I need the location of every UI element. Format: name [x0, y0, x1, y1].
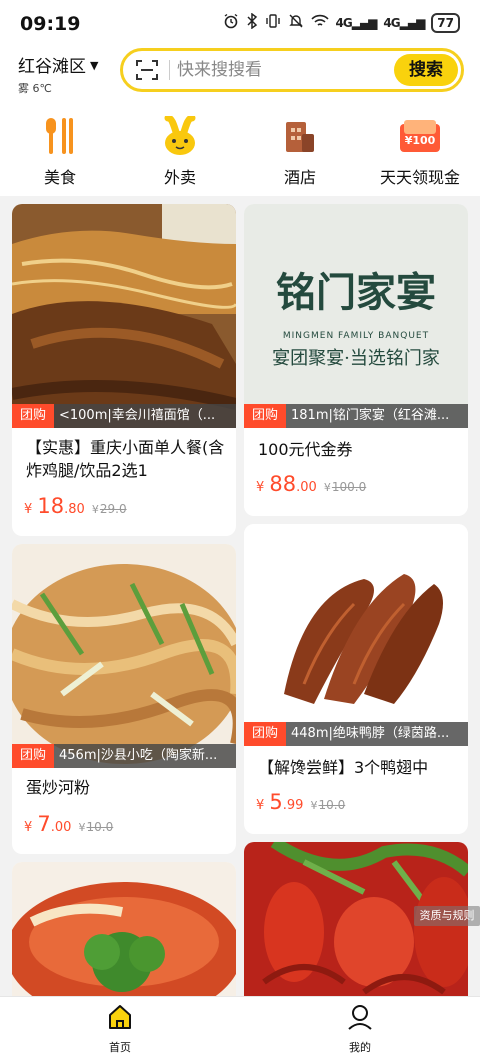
- deal-title: 【解馋尝鲜】3个鸭翅中: [258, 758, 429, 777]
- spicy-soup-image: [12, 862, 236, 996]
- cash-badge-text: ¥100: [405, 134, 436, 147]
- shop-tag-row: 团购 <100m|幸会川禧面馆（...: [12, 404, 236, 428]
- nav-home[interactable]: 首页: [80, 1003, 160, 1055]
- shop-name: 181m|铭门家宴（红谷滩...: [291, 408, 450, 423]
- shop-name: 456m|沙县小吃（陶家新...: [59, 748, 218, 763]
- price-currency: ¥: [24, 820, 33, 835]
- group-buy-badge: 团购: [12, 404, 54, 428]
- deal-card[interactable]: 团购 <100m|幸会川禧面馆（... 【实惠】重庆小面单人餐(含炸鸡腿/饮品2…: [12, 204, 236, 536]
- battery-icon: 77: [431, 13, 460, 33]
- signal-4g-icon: 4G▂▄▆: [335, 16, 378, 30]
- category-takeout[interactable]: 外卖: [120, 112, 240, 192]
- category-label: 酒店: [283, 168, 316, 187]
- group-buy-badge: 团购: [244, 404, 286, 428]
- user-icon: [348, 1005, 372, 1030]
- location-label: 红谷滩区: [18, 57, 86, 77]
- original-price: 10.0: [86, 820, 114, 834]
- qualification-rules-link[interactable]: 资质与规则: [414, 906, 480, 926]
- noodle-chicken-image: [12, 204, 236, 428]
- status-time: 09:19: [20, 13, 81, 35]
- original-currency: ¥: [78, 821, 86, 834]
- price-currency: ¥: [256, 480, 265, 495]
- deal-title: 【实惠】重庆小面单人餐(含炸鸡腿/饮品2选1: [26, 438, 225, 480]
- cash-envelope-icon: ¥100: [400, 120, 440, 152]
- price-currency: ¥: [24, 502, 33, 517]
- vibrate-icon: [265, 13, 281, 33]
- shop-tag-row: 团购 181m|铭门家宴（红谷滩...: [244, 404, 468, 428]
- category-label: 美食: [43, 168, 76, 187]
- banner-en-text: MINGMEN FAMILY BANQUET: [283, 331, 429, 341]
- deal-card[interactable]: [12, 862, 236, 996]
- deal-card[interactable]: 团购 448m|绝味鸭脖（绿茵路... 【解馋尝鲜】3个鸭翅中 ¥ 5.99 ¥…: [244, 524, 468, 834]
- shop-tag-row: 团购 448m|绝味鸭脖（绿茵路...: [244, 722, 468, 746]
- category-food[interactable]: 美食: [0, 112, 120, 192]
- deal-price: ¥ 7.00 ¥10.0: [24, 812, 113, 836]
- mute-bell-icon: [288, 13, 304, 33]
- fried-noodles-image: [12, 544, 236, 768]
- category-hotel[interactable]: 酒店: [240, 112, 360, 192]
- fork-knife-icon: [46, 118, 73, 154]
- category-label: 外卖: [163, 168, 196, 187]
- price-integer: 88: [269, 472, 297, 496]
- category-label: 天天领现金: [379, 168, 460, 187]
- signal-4g-icon-2: 4G▂▄▆: [383, 16, 425, 30]
- top-header-area: 09:19 4G▂▄▆ 4G▂▄▆ 77 红谷滩区 ▼ 雾 6℃ 快来搜搜看 搜…: [0, 0, 480, 196]
- bluetooth-icon: [246, 12, 258, 33]
- group-buy-badge: 团购: [12, 744, 54, 768]
- deal-price: ¥ 88.00 ¥100.0: [256, 472, 366, 496]
- status-bar: 09:19 4G▂▄▆ 4G▂▄▆ 77: [0, 0, 480, 46]
- price-integer: 7: [37, 812, 51, 836]
- price-decimal: .00: [296, 480, 317, 495]
- rabbit-mascot-icon: [164, 116, 196, 155]
- weather-label: 雾 6℃: [18, 82, 52, 95]
- category-row: 美食 外卖 酒店 ¥100 天天领现金: [0, 112, 480, 192]
- category-daily-cash[interactable]: ¥100 天天领现金: [360, 112, 480, 192]
- price-decimal: .00: [50, 820, 72, 835]
- price-integer: 5: [269, 790, 283, 814]
- original-price: 10.0: [318, 798, 346, 812]
- price-decimal: .80: [64, 502, 85, 517]
- deal-price: ¥ 5.99 ¥10.0: [256, 790, 345, 814]
- price-currency: ¥: [256, 798, 265, 813]
- restaurant-banner-image: 铭门家宴 MINGMEN FAMILY BANQUET 宴团聚宴·当选铭门家: [244, 204, 468, 428]
- banner-slogan-text: 宴团聚宴·当选铭门家: [272, 347, 440, 369]
- price-decimal: .99: [282, 798, 304, 813]
- hotel-building-icon: [286, 122, 314, 152]
- deal-price: ¥ 18.80 ¥29.0: [24, 494, 127, 518]
- shop-name: <100m|幸会川禧面馆（...: [59, 408, 216, 423]
- nav-label: 我的: [349, 1041, 371, 1054]
- wifi-icon: [310, 14, 329, 32]
- deal-card[interactable]: 团购 456m|沙县小吃（陶家新... 蛋炒河粉 ¥ 7.00 ¥10.0: [12, 544, 236, 854]
- network-type-1: 4G: [335, 16, 353, 30]
- status-icons: 4G▂▄▆ 4G▂▄▆ 77: [223, 12, 460, 33]
- search-input[interactable]: [177, 57, 377, 83]
- original-price: 29.0: [99, 502, 127, 516]
- original-currency: ¥: [323, 481, 331, 494]
- shop-name: 448m|绝味鸭脖（绿茵路...: [291, 726, 450, 741]
- price-integer: 18: [37, 494, 65, 518]
- alarm-icon: [223, 13, 239, 33]
- chevron-down-icon: ▼: [90, 59, 99, 72]
- duck-wings-image: [244, 524, 468, 748]
- location-city[interactable]: 红谷滩区 ▼: [18, 52, 98, 77]
- original-price: 100.0: [331, 480, 367, 494]
- original-currency: ¥: [91, 503, 99, 516]
- network-type-2: 4G: [383, 16, 400, 30]
- nav-label: 首页: [109, 1041, 131, 1054]
- search-divider: [169, 60, 170, 80]
- deal-title: 蛋炒河粉: [26, 778, 91, 797]
- bottom-nav: 首页 我的: [0, 996, 480, 1058]
- search-button[interactable]: 搜索: [394, 54, 458, 86]
- banner-main-text: 铭门家宴: [276, 269, 436, 316]
- original-currency: ¥: [310, 799, 318, 812]
- nav-profile[interactable]: 我的: [320, 1003, 400, 1055]
- location-selector[interactable]: 红谷滩区 ▼ 雾 6℃: [18, 52, 98, 96]
- deal-title: 100元代金券: [258, 440, 353, 459]
- shop-tag-row: 团购 456m|沙县小吃（陶家新...: [12, 744, 236, 768]
- home-icon: [109, 1005, 131, 1029]
- scan-icon[interactable]: [135, 58, 159, 82]
- search-bar: 搜索: [120, 48, 464, 92]
- group-buy-badge: 团购: [244, 722, 286, 746]
- deal-card[interactable]: 铭门家宴 MINGMEN FAMILY BANQUET 宴团聚宴·当选铭门家 团…: [244, 204, 468, 516]
